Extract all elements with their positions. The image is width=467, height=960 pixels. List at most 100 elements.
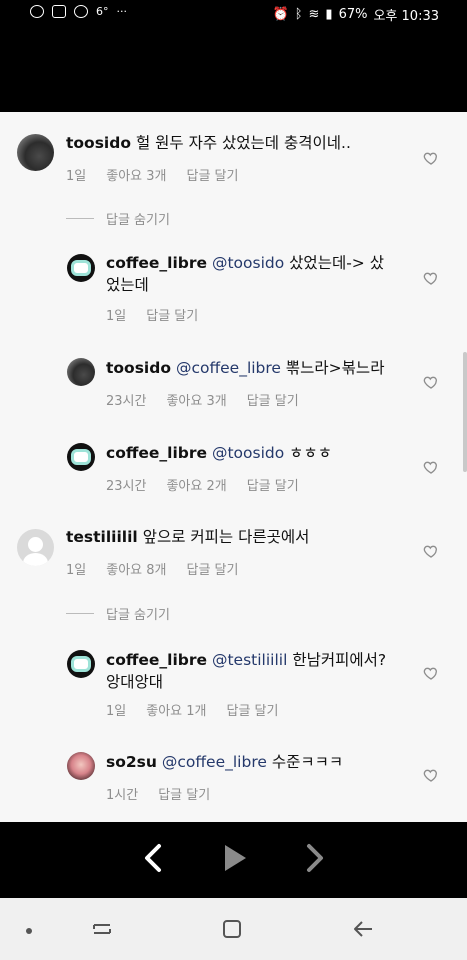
- reply-button[interactable]: 답글 달기: [186, 165, 238, 184]
- forward-chevron-icon[interactable]: [297, 840, 333, 876]
- avatar[interactable]: [67, 752, 95, 780]
- comment-body: 앞으로 커피는 다른곳에서: [142, 528, 310, 546]
- avatar[interactable]: [67, 443, 95, 471]
- username[interactable]: coffee_libre: [106, 651, 207, 669]
- likes-count[interactable]: 좋아요 3개: [166, 390, 226, 409]
- reply-button[interactable]: 답글 달기: [247, 475, 299, 494]
- top-black-area: [0, 28, 467, 112]
- message-icon: [74, 5, 88, 18]
- mention-link[interactable]: @toosido: [212, 444, 284, 462]
- likes-count[interactable]: 좋아요 2개: [166, 475, 226, 494]
- avatar[interactable]: [67, 254, 95, 282]
- home-icon[interactable]: [221, 918, 243, 944]
- talk-icon: [30, 5, 44, 18]
- wifi-icon: ≋: [308, 7, 320, 22]
- timestamp: 1일: [66, 169, 87, 184]
- timestamp: 23시간: [106, 479, 147, 494]
- timestamp: 23시간: [106, 394, 147, 409]
- comment-text: toosido @coffee_libre 뽂느라>볶느라: [106, 357, 384, 379]
- comment-body-line2: 앙대앙대: [106, 673, 164, 691]
- likes-count[interactable]: 좋아요 1개: [146, 700, 206, 719]
- avatar[interactable]: [67, 358, 95, 386]
- reply-button[interactable]: 답글 달기: [226, 700, 278, 719]
- comment-meta: 1일 답글 달기: [106, 305, 198, 324]
- bluetooth-icon: ᛒ: [294, 7, 303, 22]
- recent-apps-icon[interactable]: [90, 918, 114, 944]
- comment-meta: 23시간 좋아요 3개 답글 달기: [106, 390, 299, 409]
- like-heart-icon[interactable]: [423, 270, 439, 286]
- status-right: ⏰ ᛒ ≋ ▮ 67% 오후 10:33: [273, 5, 440, 24]
- mask-logo-icon: [71, 449, 91, 465]
- divider: [66, 613, 94, 614]
- divider: [66, 218, 94, 219]
- mention-link[interactable]: @testiliilil: [212, 651, 287, 669]
- comment-text: so2su @coffee_libre 수준ㅋㅋㅋ: [106, 751, 343, 773]
- mask-logo-icon: [71, 260, 91, 276]
- username[interactable]: toosido: [66, 134, 131, 152]
- play-icon[interactable]: [217, 840, 253, 876]
- timestamp: 1일: [106, 309, 127, 324]
- like-heart-icon[interactable]: [423, 665, 439, 681]
- timestamp: 1일: [66, 563, 87, 578]
- reply-button[interactable]: 답글 달기: [146, 305, 198, 324]
- likes-count[interactable]: 좋아요 8개: [106, 559, 166, 578]
- status-bar: 6° ··· ⏰ ᛒ ≋ ▮ 67% 오후 10:33: [0, 0, 467, 28]
- like-heart-icon[interactable]: [423, 150, 439, 166]
- avatar[interactable]: [67, 650, 95, 678]
- avatar[interactable]: [17, 529, 54, 566]
- comment-meta: 1일 좋아요 1개 답글 달기: [106, 700, 278, 719]
- comment-body: 헐 원두 자주 샀었는데 충격이네..: [135, 134, 351, 152]
- reply-item: toosido @coffee_libre 뽂느라>볶느라 23시간 좋아요 3…: [0, 352, 467, 422]
- comment-text: coffee_libre @testiliilil 한남커피에서? 앙대앙대: [106, 649, 406, 693]
- clock: 오후 10:33: [373, 9, 439, 24]
- mention-link[interactable]: @coffee_libre: [176, 359, 281, 377]
- username[interactable]: so2su: [106, 753, 157, 771]
- like-heart-icon[interactable]: [423, 459, 439, 475]
- likes-count[interactable]: 좋아요 3개: [106, 165, 166, 184]
- temperature: 6°: [96, 5, 109, 18]
- mention-link[interactable]: @coffee_libre: [162, 753, 267, 771]
- back-chevron-icon[interactable]: [136, 840, 172, 876]
- status-left: 6° ···: [30, 5, 127, 18]
- reply-item: so2su @coffee_libre 수준ㅋㅋㅋ 1시간 답글 달기: [0, 747, 467, 822]
- reply-button[interactable]: 답글 달기: [186, 559, 238, 578]
- like-heart-icon[interactable]: [423, 767, 439, 783]
- hide-replies-label: 답글 숨기기: [106, 213, 170, 228]
- avatar[interactable]: [17, 134, 54, 171]
- comment-meta: 1일 좋아요 8개 답글 달기: [66, 559, 238, 578]
- hide-replies-button[interactable]: 답글 숨기기: [66, 604, 170, 623]
- comment-item: testiliilil 앞으로 커피는 다른곳에서 1일 좋아요 8개 답글 달…: [0, 517, 467, 597]
- comment-text: coffee_libre @toosido 샀었는데-> 샀 었는데: [106, 252, 406, 296]
- comment-body: 샀었는데-> 샀: [289, 254, 384, 272]
- like-heart-icon[interactable]: [423, 543, 439, 559]
- like-heart-icon[interactable]: [423, 374, 439, 390]
- reply-button[interactable]: 답글 달기: [247, 390, 299, 409]
- comment-list[interactable]: toosido 헐 원두 자주 샀었는데 충격이네.. 1일 좋아요 3개 답글…: [0, 112, 467, 822]
- browser-nav-bar: [0, 822, 467, 898]
- comment-body: ㅎㅎㅎ: [289, 444, 332, 462]
- timestamp: 1시간: [106, 788, 139, 803]
- username[interactable]: coffee_libre: [106, 254, 207, 272]
- comment-body-line2: 었는데: [106, 276, 149, 294]
- reply-item: coffee_libre @toosido 샀었는데-> 샀 었는데 1일 답글…: [0, 242, 467, 332]
- hide-replies-button[interactable]: 답글 숨기기: [66, 209, 170, 228]
- username[interactable]: testiliilil: [66, 528, 138, 546]
- timestamp: 1일: [106, 704, 127, 719]
- comment-text: testiliilil 앞으로 커피는 다른곳에서: [66, 526, 309, 548]
- back-arrow-icon[interactable]: [352, 918, 376, 944]
- comment-text: toosido 헐 원두 자주 샀었는데 충격이네..: [66, 132, 351, 154]
- battery-percent: 67%: [338, 7, 368, 22]
- username[interactable]: coffee_libre: [106, 444, 207, 462]
- comment-item: toosido 헐 원두 자주 샀었는데 충격이네.. 1일 좋아요 3개 답글…: [0, 112, 467, 212]
- reply-item: coffee_libre @testiliilil 한남커피에서? 앙대앙대 1…: [0, 642, 467, 732]
- reply-item: coffee_libre @toosido ㅎㅎㅎ 23시간 좋아요 2개 답글…: [0, 437, 467, 507]
- alarm-icon: ⏰: [272, 7, 289, 22]
- comment-body: 한남커피에서?: [292, 651, 387, 669]
- hide-replies-label: 답글 숨기기: [106, 608, 170, 623]
- mask-logo-icon: [71, 656, 91, 672]
- reply-button[interactable]: 답글 달기: [158, 784, 210, 803]
- mention-link[interactable]: @toosido: [212, 254, 284, 272]
- comment-meta: 1일 좋아요 3개 답글 달기: [66, 165, 238, 184]
- comment-meta: 23시간 좋아요 2개 답글 달기: [106, 475, 299, 494]
- username[interactable]: toosido: [106, 359, 171, 377]
